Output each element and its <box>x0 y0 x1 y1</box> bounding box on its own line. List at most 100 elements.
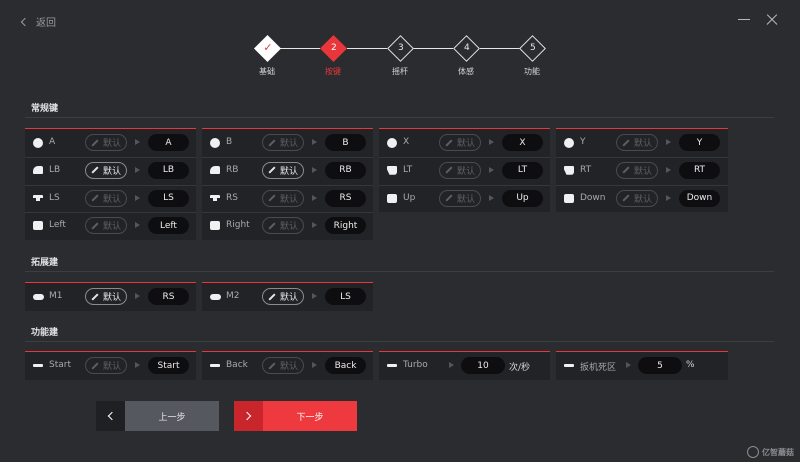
mapped-value[interactable]: Back <box>325 357 366 374</box>
mapped-value[interactable]: RS <box>325 189 366 207</box>
key-label: Up <box>403 192 416 203</box>
step-3[interactable]: 3 摇杆 <box>370 35 430 77</box>
prev-step-label: 上一步 <box>125 401 219 431</box>
key-row-y: Y 默认 Y <box>556 129 728 156</box>
pencil-icon <box>91 361 99 370</box>
key-row-down: Down 默认 Down <box>556 185 728 212</box>
key-label: RT <box>580 164 592 175</box>
key-panel-column: M1 默认 RS <box>25 282 196 311</box>
pencil-icon <box>91 138 99 147</box>
pencil-icon <box>268 138 276 147</box>
watermark: 亿智蘑菇 <box>747 446 794 458</box>
row-divider <box>25 184 196 186</box>
step-marker: 2 <box>319 35 347 62</box>
back-button[interactable]: 返回 <box>20 14 56 29</box>
pencil-icon <box>622 138 630 147</box>
turbo-unit: 次/秒 <box>509 363 531 373</box>
default-button[interactable]: 默认 <box>85 134 127 151</box>
play-arrow-icon <box>135 166 140 173</box>
default-button[interactable]: 默认 <box>262 288 304 305</box>
prev-step-button[interactable]: 上一步 <box>96 401 219 431</box>
key-circle-icon <box>33 137 43 148</box>
play-arrow-icon <box>312 139 317 145</box>
minimize-button[interactable] <box>738 13 750 25</box>
mapped-value[interactable]: RS <box>148 288 189 305</box>
pencil-icon <box>91 222 99 230</box>
step-5[interactable]: 5 功能 <box>502 35 562 77</box>
key-label: B <box>226 137 233 147</box>
mapped-value[interactable]: Down <box>679 189 720 207</box>
mapped-value[interactable]: Up <box>502 189 543 207</box>
row-divider <box>379 184 550 186</box>
play-arrow-icon <box>666 139 671 145</box>
key-row-lb: LB 默认 LB <box>25 157 196 184</box>
default-button[interactable]: 默认 <box>439 161 481 179</box>
step-4[interactable]: 4 体感 <box>436 35 496 77</box>
key-row-left: Left 默认 Left <box>25 212 196 239</box>
step-number: 5 <box>529 43 536 54</box>
key-label: Right <box>226 220 250 231</box>
default-button[interactable]: 默认 <box>616 189 658 207</box>
step-number: 4 <box>463 43 470 54</box>
pencil-icon <box>445 166 453 174</box>
mapped-value[interactable]: Right <box>325 217 366 235</box>
default-button[interactable]: 默认 <box>262 134 304 151</box>
key-square-icon <box>210 221 220 231</box>
pencil-icon <box>445 138 453 147</box>
default-button[interactable]: 默认 <box>439 189 481 207</box>
row-divider <box>25 212 196 214</box>
play-arrow-icon <box>489 166 494 173</box>
key-pill-icon <box>33 293 44 300</box>
default-button[interactable]: 默认 <box>85 288 127 305</box>
row-divider <box>556 156 728 158</box>
chevron-left-icon <box>20 17 30 26</box>
mapped-value[interactable]: B <box>325 134 366 151</box>
key-row-m2: M2 默认 LS <box>202 283 373 310</box>
default-button[interactable]: 默认 <box>262 357 304 374</box>
mapped-value[interactable]: Left <box>148 217 189 235</box>
mapped-value[interactable]: A <box>148 134 189 151</box>
turbo-rate-input[interactable]: 10 <box>461 357 505 374</box>
mapped-value[interactable]: LS <box>148 189 189 207</box>
default-button[interactable]: 默认 <box>616 161 658 179</box>
default-button[interactable]: 默认 <box>616 134 658 151</box>
section-divider <box>25 271 774 272</box>
mapped-value[interactable]: RB <box>325 161 366 179</box>
default-button[interactable]: 默认 <box>439 134 481 151</box>
row-divider <box>202 184 373 186</box>
mapped-value[interactable]: Start <box>148 357 189 374</box>
play-arrow-icon <box>312 222 317 229</box>
default-label: 默认 <box>102 166 121 177</box>
next-step-button[interactable]: 下一步 <box>234 401 357 431</box>
default-label: 默认 <box>279 362 298 372</box>
row-divider <box>202 212 373 214</box>
default-button[interactable]: 默认 <box>85 357 127 374</box>
mapped-value[interactable]: LB <box>148 161 189 179</box>
play-arrow-icon <box>135 194 140 201</box>
default-button[interactable]: 默认 <box>85 189 127 207</box>
default-button[interactable]: 默认 <box>85 217 127 235</box>
close-button[interactable] <box>766 13 778 25</box>
key-dash-icon <box>33 364 43 367</box>
mapped-value[interactable]: X <box>502 134 543 151</box>
key-label: 扳机死区 <box>580 363 617 373</box>
deadzone-input[interactable]: 5 <box>638 357 682 374</box>
mapped-value[interactable]: RT <box>679 161 720 179</box>
step-2[interactable]: 2 按键 <box>303 35 363 77</box>
default-button[interactable]: 默认 <box>262 217 304 235</box>
mapped-value[interactable]: Y <box>679 134 720 151</box>
default-button[interactable]: 默认 <box>262 189 304 207</box>
section-title-extended: 拓展建 <box>31 258 59 268</box>
function-key-back: Back 默认 Back <box>202 351 373 380</box>
pencil-icon <box>268 292 276 301</box>
mapped-value[interactable]: LS <box>325 288 366 305</box>
default-button[interactable]: 默认 <box>85 161 127 179</box>
step-1[interactable]: ✓ 基础 <box>237 35 297 77</box>
pencil-icon <box>91 166 99 174</box>
mapped-value[interactable]: LT <box>502 161 543 179</box>
default-button[interactable]: 默认 <box>262 161 304 179</box>
key-label: X <box>403 137 410 147</box>
key-square-icon <box>387 193 397 203</box>
default-label: 默认 <box>102 293 121 303</box>
key-row-lt: LT 默认 LT <box>379 157 550 184</box>
